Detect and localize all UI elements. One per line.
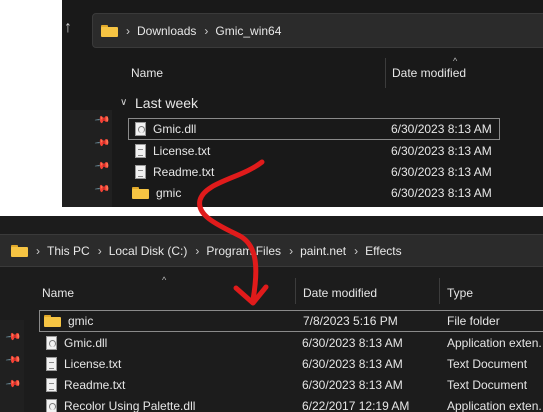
file-name: Readme.txt (64, 377, 126, 392)
breadcrumb-paint-net[interactable]: paint.net (300, 244, 346, 258)
file-name: Readme.txt (153, 164, 215, 179)
item-type: Application exten. (447, 398, 542, 412)
chevron-right-icon: › (289, 243, 294, 258)
column-divider[interactable] (295, 278, 296, 304)
file-row-recolor-using-palette-dll[interactable]: Recolor Using Palette.dll 6/22/2017 12:1… (39, 395, 543, 412)
group-header-last-week[interactable]: Last week (135, 95, 198, 111)
date-modified: 6/30/2023 8:13 AM (391, 143, 492, 158)
up-arrow-icon[interactable]: ↑ (64, 19, 72, 37)
dll-file-icon (46, 398, 57, 412)
date-modified: 7/8/2023 5:16 PM (303, 314, 398, 328)
effects-explorer-window: › This PC › Local Disk (C:) › Program Fi… (0, 216, 543, 412)
sort-caret-icon: ^ (453, 56, 458, 66)
date-modified: 6/30/2023 8:13 AM (391, 122, 492, 136)
column-header-date-modified[interactable]: Date modified (303, 286, 377, 300)
text-file-icon (135, 164, 146, 179)
downloads-explorer-window: ↑ › Downloads › Gmic_win64 📌 📌 📌 📌 Name … (62, 0, 543, 207)
item-type: Text Document (447, 356, 528, 371)
folder-name: gmic (156, 185, 182, 200)
file-row-license-txt[interactable]: License.txt 6/30/2023 8:13 AM (128, 140, 500, 161)
breadcrumb-program-files[interactable]: Program Files (206, 244, 281, 258)
file-row-readme-txt[interactable]: Readme.txt 6/30/2023 8:13 AM (128, 161, 500, 182)
dll-file-icon (46, 335, 57, 350)
chevron-right-icon: › (36, 243, 40, 258)
file-row-gmic-dll[interactable]: Gmic.dll 6/30/2023 8:13 AM (128, 118, 500, 140)
text-file-icon (46, 377, 57, 392)
sort-caret-icon: ^ (162, 275, 167, 285)
date-modified: 6/30/2023 8:13 AM (302, 356, 403, 371)
column-header-name[interactable]: Name (131, 66, 163, 80)
date-modified: 6/30/2023 8:13 AM (391, 164, 492, 179)
breadcrumb-local-disk[interactable]: Local Disk (C:) (109, 244, 188, 258)
file-row-readme-txt[interactable]: Readme.txt 6/30/2023 8:13 AM Text Docume… (39, 374, 543, 395)
file-name: Gmic.dll (64, 335, 108, 350)
column-divider[interactable] (385, 58, 386, 88)
chevron-right-icon: › (97, 243, 102, 258)
folder-icon (132, 186, 149, 199)
breadcrumb-gmic-win64[interactable]: Gmic_win64 (215, 24, 281, 38)
item-type: Text Document (447, 377, 528, 392)
item-type: Application exten. (447, 335, 542, 350)
column-header-date-modified[interactable]: Date modified (392, 66, 466, 80)
text-file-icon (135, 143, 146, 158)
date-modified: 6/30/2023 8:13 AM (391, 185, 492, 200)
folder-icon (101, 24, 118, 37)
folder-icon (11, 244, 28, 257)
file-row-license-txt[interactable]: License.txt 6/30/2023 8:13 AM Text Docum… (39, 353, 543, 374)
file-name: Recolor Using Palette.dll (64, 398, 196, 412)
column-header-name[interactable]: Name (42, 286, 74, 300)
file-name: License.txt (64, 356, 122, 371)
chevron-right-icon: › (204, 23, 209, 38)
dll-file-icon (135, 122, 146, 136)
date-modified: 6/30/2023 8:13 AM (302, 335, 403, 350)
date-modified: 6/22/2017 12:19 AM (302, 398, 410, 412)
column-header-type[interactable]: Type (447, 286, 473, 300)
breadcrumb-effects[interactable]: Effects (365, 244, 401, 258)
folder-name: gmic (68, 314, 94, 328)
chevron-right-icon: › (126, 23, 130, 38)
address-bar[interactable]: › This PC › Local Disk (C:) › Program Fi… (0, 234, 543, 267)
chevron-right-icon: › (195, 243, 200, 258)
item-type: File folder (447, 314, 500, 328)
chevron-right-icon: › (354, 243, 359, 258)
file-row-gmic-dll[interactable]: Gmic.dll 6/30/2023 8:13 AM Application e… (39, 332, 543, 353)
breadcrumb-downloads[interactable]: Downloads (137, 24, 196, 38)
date-modified: 6/30/2023 8:13 AM (302, 377, 403, 392)
column-divider[interactable] (439, 278, 440, 304)
folder-row-gmic[interactable]: gmic 6/30/2023 8:13 AM (128, 182, 500, 203)
breadcrumb-this-pc[interactable]: This PC (47, 244, 90, 258)
chevron-down-icon[interactable]: ∨ (120, 97, 127, 108)
folder-icon (44, 315, 61, 327)
folder-row-gmic[interactable]: gmic 7/8/2023 5:16 PM File folder (39, 310, 543, 332)
file-name: Gmic.dll (153, 122, 197, 136)
text-file-icon (46, 356, 57, 371)
file-name: License.txt (153, 143, 211, 158)
address-bar[interactable]: › Downloads › Gmic_win64 (92, 13, 543, 48)
